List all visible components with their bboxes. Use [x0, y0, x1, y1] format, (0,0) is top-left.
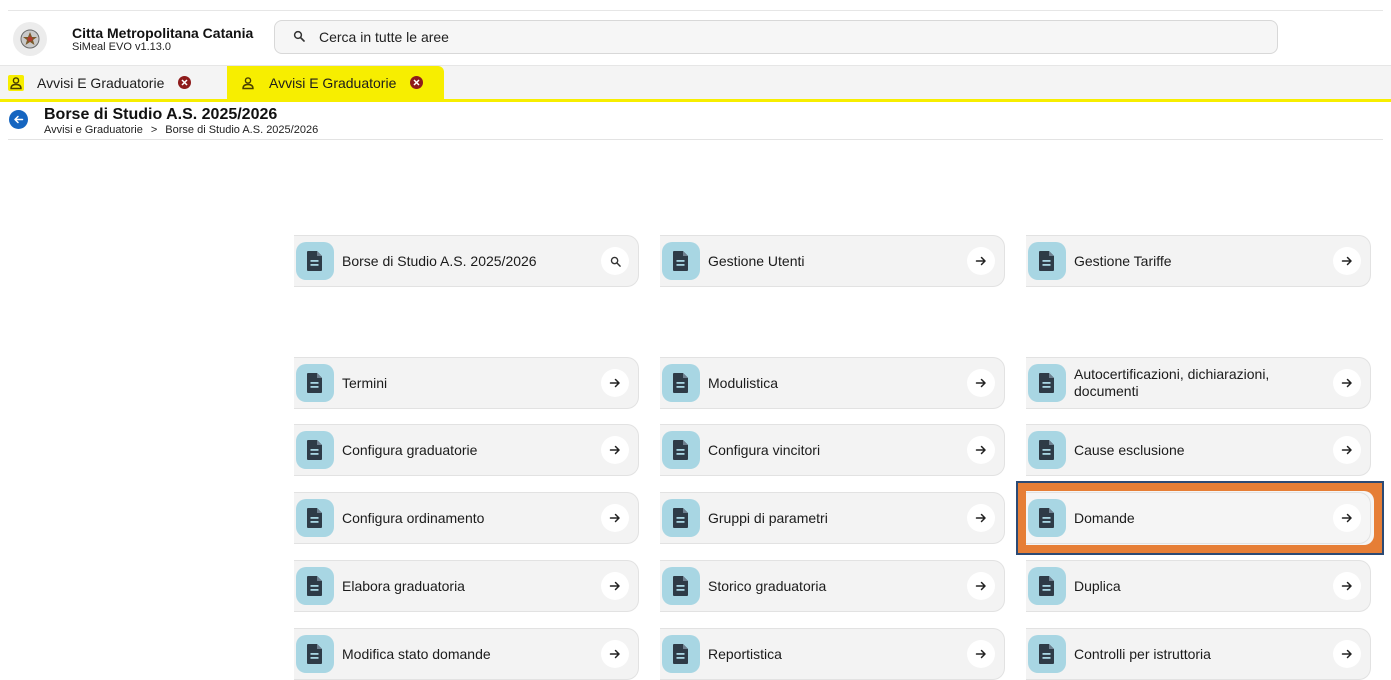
card-gestione-tariffe[interactable]: Gestione Tariffe: [1026, 235, 1371, 287]
card-label: Configura graduatorie: [342, 441, 478, 458]
document-icon: [1028, 242, 1066, 280]
document-icon: [296, 567, 334, 605]
document-icon: [1028, 635, 1066, 673]
arrow-right-icon[interactable]: [1333, 436, 1361, 464]
divider: [8, 139, 1383, 140]
card-modulistica[interactable]: Modulistica: [660, 357, 1005, 409]
card-label: Controlli per istruttoria: [1074, 645, 1211, 662]
search-icon: [293, 30, 307, 44]
card-label: Storico graduatoria: [708, 577, 827, 594]
user-badge-icon: [240, 75, 256, 91]
card-domande[interactable]: Domande: [1026, 492, 1371, 544]
tab-label: Avvisi E Graduatorie: [37, 74, 165, 91]
arrow-right-icon[interactable]: [967, 504, 995, 532]
card-label: Cause esclusione: [1074, 441, 1185, 458]
arrow-right-icon[interactable]: [1333, 369, 1361, 397]
card-controlli-per-istruttoria[interactable]: Controlli per istruttoria: [1026, 628, 1371, 680]
tab-strip: Avvisi E Graduatorie Avvisi E Graduatori…: [0, 65, 1391, 102]
card-label: Gestione Tariffe: [1074, 252, 1172, 269]
user-badge-icon: [8, 74, 24, 91]
card-label: Elabora graduatoria: [342, 577, 465, 594]
card-duplica[interactable]: Duplica: [1026, 560, 1371, 612]
document-icon: [1028, 364, 1066, 402]
card-label: Configura ordinamento: [342, 509, 485, 526]
document-icon: [662, 364, 700, 402]
tab-close-icon[interactable]: [178, 76, 192, 89]
app-header: Citta Metropolitana Catania SiMeal EVO v…: [0, 11, 1391, 66]
card-configura-graduatorie[interactable]: Configura graduatorie: [294, 424, 639, 476]
arrow-right-icon[interactable]: [967, 369, 995, 397]
back-button[interactable]: [9, 110, 28, 129]
tab-avvisi-graduatorie-2[interactable]: Avvisi E Graduatorie: [227, 66, 444, 99]
document-icon: [662, 499, 700, 537]
arrow-right-icon[interactable]: [601, 640, 629, 668]
document-icon: [296, 635, 334, 673]
arrow-right-icon[interactable]: [601, 504, 629, 532]
arrow-right-icon[interactable]: [601, 369, 629, 397]
arrow-right-icon[interactable]: [1333, 640, 1361, 668]
card-cause-esclusione[interactable]: Cause esclusione: [1026, 424, 1371, 476]
document-icon: [662, 431, 700, 469]
document-icon: [1028, 499, 1066, 537]
tab-avvisi-graduatorie-1[interactable]: Avvisi E Graduatorie: [8, 66, 226, 99]
document-icon: [296, 242, 334, 280]
card-autocertificazioni[interactable]: Autocertificazioni, dichiarazioni, docum…: [1026, 357, 1371, 409]
breadcrumb-separator: >: [150, 124, 158, 136]
card-label: Configura vincitori: [708, 441, 821, 458]
card-label: Gruppi di parametri: [708, 509, 828, 526]
card-label: Gestione Utenti: [708, 252, 805, 269]
global-search[interactable]: [274, 20, 1278, 54]
document-icon: [662, 242, 700, 280]
arrow-right-icon[interactable]: [1333, 504, 1361, 532]
arrow-right-icon[interactable]: [1333, 247, 1361, 275]
card-label: Termini: [342, 374, 388, 391]
arrow-right-icon[interactable]: [967, 436, 995, 464]
document-icon: [662, 567, 700, 605]
document-icon: [296, 431, 334, 469]
breadcrumb-item: Borse di Studio A.S. 2025/2026: [165, 124, 319, 136]
card-label: Duplica: [1074, 577, 1121, 594]
arrow-left-icon: [14, 115, 24, 124]
card-modifica-stato-domande[interactable]: Modifica stato domande: [294, 628, 639, 680]
card-reportistica[interactable]: Reportistica: [660, 628, 1005, 680]
card-gestione-utenti[interactable]: Gestione Utenti: [660, 235, 1005, 287]
tab-close-icon[interactable]: [410, 76, 424, 89]
search-input[interactable]: [319, 29, 1219, 45]
card-label: Autocertificazioni, dichiarazioni, docum…: [1074, 366, 1270, 399]
card-borse-di-studio[interactable]: Borse di Studio A.S. 2025/2026: [294, 235, 639, 287]
search-icon[interactable]: [601, 247, 629, 275]
app-version: SiMeal EVO v1.13.0: [72, 41, 172, 53]
card-elabora-graduatoria[interactable]: Elabora graduatoria: [294, 560, 639, 612]
card-termini[interactable]: Termini: [294, 357, 639, 409]
document-icon: [296, 499, 334, 537]
arrow-right-icon[interactable]: [601, 572, 629, 600]
card-label: Borse di Studio A.S. 2025/2026: [342, 252, 537, 269]
card-storico-graduatoria[interactable]: Storico graduatoria: [660, 560, 1005, 612]
org-name: Citta Metropolitana Catania: [72, 25, 254, 41]
document-icon: [1028, 567, 1066, 605]
page-title: Borse di Studio A.S. 2025/2026: [44, 106, 278, 123]
breadcrumb-item[interactable]: Avvisi e Graduatorie: [44, 124, 143, 136]
card-label: Modulistica: [708, 374, 779, 391]
document-icon: [1028, 431, 1066, 469]
arrow-right-icon[interactable]: [967, 572, 995, 600]
card-label: Domande: [1074, 509, 1135, 526]
tab-label: Avvisi E Graduatorie: [269, 74, 397, 91]
arrow-right-icon[interactable]: [1333, 572, 1361, 600]
card-configura-ordinamento[interactable]: Configura ordinamento: [294, 492, 639, 544]
arrow-right-icon[interactable]: [601, 436, 629, 464]
breadcrumb: Avvisi e Graduatorie > Borse di Studio A.S…: [44, 124, 318, 136]
card-gruppi-di-parametri[interactable]: Gruppi di parametri: [660, 492, 1005, 544]
card-label: Modifica stato domande: [342, 645, 491, 662]
arrow-right-icon[interactable]: [967, 640, 995, 668]
arrow-right-icon[interactable]: [967, 247, 995, 275]
card-label: Reportistica: [708, 645, 782, 662]
document-icon: [296, 364, 334, 402]
document-icon: [662, 635, 700, 673]
emblem-logo: [13, 22, 47, 56]
card-configura-vincitori[interactable]: Configura vincitori: [660, 424, 1005, 476]
